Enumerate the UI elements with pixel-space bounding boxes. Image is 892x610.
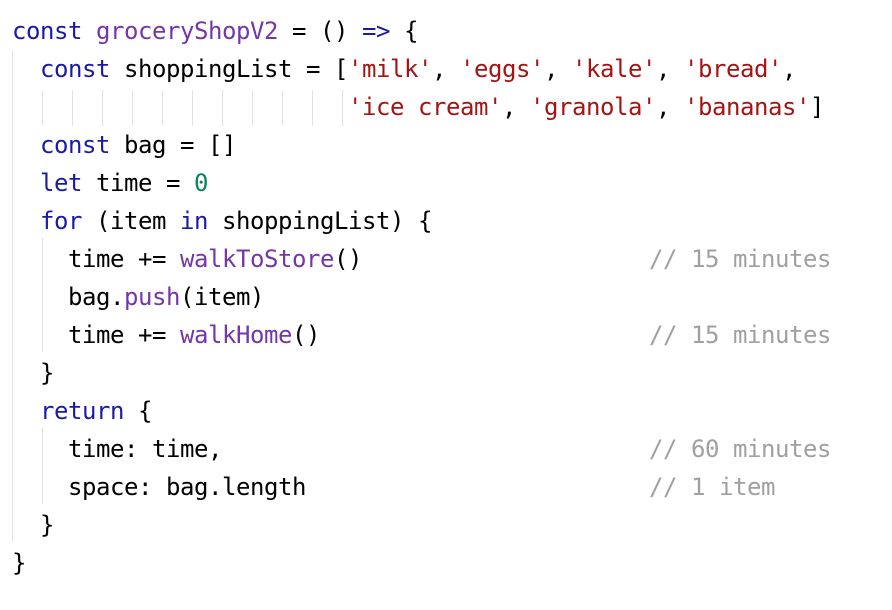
code-line[interactable]: time += walkHome(): [12, 316, 320, 354]
code-editor[interactable]: const groceryShopV2 = () => { const shop…: [0, 0, 892, 610]
code-line[interactable]: time: time,: [12, 430, 222, 468]
code-token-plain: time +=: [12, 321, 180, 349]
code-token-plain: }: [12, 359, 54, 387]
code-line[interactable]: let time = 0: [12, 164, 208, 202]
code-line[interactable]: const bag = []: [12, 126, 236, 164]
code-line[interactable]: for (item in shoppingList) {: [12, 202, 432, 240]
code-token-plain: ,: [656, 55, 684, 83]
code-line[interactable]: space: bag.length: [12, 468, 306, 506]
code-token-plain: shoppingList = [: [110, 55, 348, 83]
code-line[interactable]: 'ice cream', 'granola', 'bananas']: [12, 88, 824, 126]
code-token-plain: ,: [432, 55, 460, 83]
code-token-keyword: in: [180, 207, 208, 235]
code-token-string: 'kale': [572, 55, 656, 83]
code-token-plain: }: [12, 511, 54, 539]
code-token-plain: time +=: [12, 245, 180, 273]
code-token-string: 'bananas': [683, 93, 810, 121]
code-token-plain: ,: [501, 93, 530, 121]
code-token-function: groceryShopV2: [96, 17, 278, 45]
code-token-plain: shoppingList) {: [208, 207, 432, 235]
code-token-keyword: let: [40, 169, 82, 197]
code-token-plain: bag.: [12, 283, 124, 311]
code-token-plain: ]: [809, 93, 824, 121]
code-line[interactable]: const shoppingList = ['milk', 'eggs', 'k…: [12, 50, 796, 88]
code-token-keyword: const: [40, 55, 110, 83]
code-token-plain: time =: [82, 169, 194, 197]
code-token-number: 0: [194, 169, 208, 197]
code-line[interactable]: }: [12, 506, 54, 544]
code-line[interactable]: time += walkToStore(): [12, 240, 362, 278]
code-token-plain: (item: [82, 207, 180, 235]
code-comment: // 60 minutes: [649, 435, 831, 463]
code-token-keyword: return: [40, 397, 124, 425]
code-token-plain: (): [334, 245, 362, 273]
code-token-plain: (): [292, 321, 320, 349]
code-token-plain: = (): [278, 17, 362, 45]
code-line[interactable]: return {: [12, 392, 152, 430]
code-token-string: 'granola': [529, 93, 656, 121]
code-token-string: 'ice cream': [347, 93, 502, 121]
code-token-function: walkToStore: [180, 245, 334, 273]
code-token-keyword: const: [12, 17, 82, 45]
code-token-keyword: for: [40, 207, 82, 235]
code-token-plain: bag = []: [110, 131, 236, 159]
code-token-keyword: const: [40, 131, 110, 159]
code-token-string: 'bread': [684, 55, 782, 83]
code-line[interactable]: }: [12, 544, 26, 582]
code-token-keyword: =>: [362, 17, 390, 45]
code-comment: // 15 minutes: [649, 321, 831, 349]
code-token-string: 'eggs': [460, 55, 544, 83]
code-token-string: 'milk': [348, 55, 432, 83]
code-token-plain: space: bag.length: [12, 473, 306, 501]
code-token-plain: {: [124, 397, 152, 425]
code-line[interactable]: }: [12, 354, 54, 392]
code-token-function: push: [124, 283, 180, 311]
code-line[interactable]: const groceryShopV2 = () => {: [12, 12, 418, 50]
code-token-plain: ,: [544, 55, 572, 83]
code-token-plain: {: [390, 17, 418, 45]
code-token-plain: ,: [782, 55, 796, 83]
code-token-plain: }: [12, 549, 26, 577]
code-comment: // 1 item: [649, 473, 775, 501]
code-token-plain: time: time,: [12, 435, 222, 463]
code-token-function: walkHome: [180, 321, 292, 349]
code-token-plain: (item): [180, 283, 264, 311]
code-token-plain: ,: [655, 93, 684, 121]
code-line[interactable]: bag.push(item): [12, 278, 264, 316]
code-comment: // 15 minutes: [649, 245, 831, 273]
